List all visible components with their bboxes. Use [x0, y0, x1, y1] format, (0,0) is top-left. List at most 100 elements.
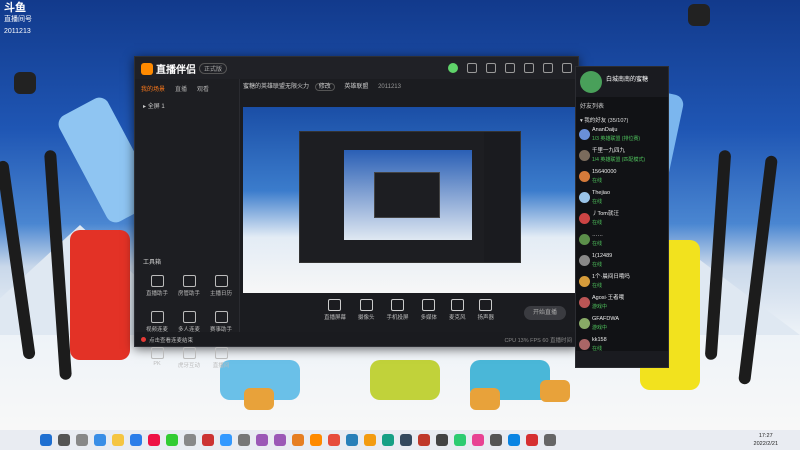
app-icon[interactable]	[364, 434, 376, 446]
friend-avatar	[579, 192, 590, 203]
friend-status: 游戏中	[592, 325, 608, 331]
menu-icon[interactable]	[505, 63, 515, 73]
tool-item[interactable]: 视频连麦	[141, 311, 173, 333]
app-icon[interactable]	[328, 434, 340, 446]
app-icon[interactable]	[436, 434, 448, 446]
control-button[interactable]: 多媒体	[421, 297, 437, 321]
tab-live[interactable]: 直播	[175, 84, 187, 93]
tool-item[interactable]: PK	[141, 347, 173, 369]
friend-item[interactable]: AnanDaiju 1/3 英雄联盟 (排位赛)	[576, 126, 668, 147]
tab-scenes[interactable]: 我的场景	[141, 84, 165, 93]
ski-boot	[540, 380, 570, 402]
friend-item[interactable]: …… 在线	[576, 231, 668, 252]
friend-item[interactable]: 15640000 在线	[576, 168, 668, 189]
friend-status: 在线	[592, 178, 603, 184]
app-icon[interactable]	[148, 434, 160, 446]
app-icon[interactable]	[202, 434, 214, 446]
tool-label: PK	[153, 361, 161, 367]
app-icon[interactable]	[400, 434, 412, 446]
tool-item[interactable]: 直播助手	[141, 275, 173, 297]
friend-name: ……	[592, 232, 603, 238]
scene-item[interactable]: ▸ 全屏 1	[135, 98, 239, 113]
search-icon[interactable]	[58, 434, 70, 446]
app-icon[interactable]	[346, 434, 358, 446]
friend-item[interactable]: GFAFDWA 游戏中	[576, 315, 668, 336]
widgets-icon[interactable]	[94, 434, 106, 446]
friend-item[interactable]: 丿Tom就汪 在线	[576, 210, 668, 231]
friend-status: 在线	[592, 199, 603, 205]
tool-item[interactable]: 直播间	[205, 347, 237, 369]
category-label[interactable]: 英雄联盟	[344, 84, 368, 90]
app-icon[interactable]	[238, 434, 250, 446]
premiere-icon[interactable]	[274, 434, 286, 446]
control-button[interactable]: 摄像头	[357, 297, 375, 321]
app-icon[interactable]	[508, 434, 520, 446]
task-view-icon[interactable]	[76, 434, 88, 446]
skier-pants	[70, 230, 130, 360]
control-button[interactable]: 麦克风	[449, 297, 466, 321]
edge-icon[interactable]	[130, 434, 142, 446]
app-icon[interactable]	[382, 434, 394, 446]
system-clock[interactable]: 17:27 2022/2/21	[754, 432, 778, 448]
avatar[interactable]	[580, 71, 602, 93]
control-button[interactable]: 直播屏幕	[324, 297, 346, 321]
app-icon[interactable]	[292, 434, 304, 446]
control-label: 麦克风	[449, 315, 466, 321]
chat-toolbar	[576, 351, 668, 367]
friend-name: 千里一九四九	[592, 148, 626, 154]
tool-item[interactable]: 房管助手	[173, 275, 205, 297]
friend-group[interactable]: ▾ 我的好友 (35/107)	[576, 114, 668, 126]
app-icon[interactable]	[472, 434, 484, 446]
app-icon[interactable]	[220, 434, 232, 446]
friend-item[interactable]: 千里一九四九 1/4 英雄联盟 (匹配模式)	[576, 147, 668, 168]
friend-item[interactable]: Thejiao 在线	[576, 189, 668, 210]
maximize-icon[interactable]	[543, 63, 553, 73]
copilot-icon	[150, 275, 164, 287]
friend-name: 1(12489	[592, 253, 613, 259]
edit-title-button[interactable]: 修改	[314, 83, 335, 91]
schedule-icon	[214, 275, 228, 287]
phone-icon	[390, 299, 404, 311]
status-warning[interactable]: 点击查看连麦结束	[141, 336, 193, 344]
folder-icon[interactable]	[112, 434, 124, 446]
control-label: 摄像头	[357, 315, 375, 321]
start-icon[interactable]	[40, 434, 52, 446]
control-button[interactable]: 扬声器	[477, 297, 495, 321]
app-icon[interactable]	[418, 434, 430, 446]
tool-item[interactable]: 多人连麦	[173, 311, 205, 333]
friend-name: Agosi·王者哦	[592, 295, 625, 301]
tool-item[interactable]: 赛事助手	[205, 311, 237, 333]
control-label: 扬声器	[477, 315, 495, 321]
friend-item[interactable]: Agosi·王者哦 游戏中	[576, 294, 668, 315]
live-companion-icon[interactable]	[310, 434, 322, 446]
status-stats: CPU 13% FPS 60 直播时间	[504, 338, 572, 344]
premiere-icon[interactable]	[256, 434, 268, 446]
settings-icon[interactable]	[467, 63, 477, 73]
app-icon[interactable]	[526, 434, 538, 446]
friend-list-tab[interactable]: 好友列表	[576, 97, 668, 114]
skin-icon[interactable]	[486, 63, 496, 73]
app-icon[interactable]	[454, 434, 466, 446]
friend-status: 在线	[592, 283, 603, 289]
minimize-icon[interactable]	[524, 63, 534, 73]
wechat-icon[interactable]	[166, 434, 178, 446]
app-icon[interactable]	[490, 434, 502, 446]
tool-label: 直播间	[212, 363, 230, 369]
tool-item[interactable]: 虎牙互动	[173, 347, 205, 369]
ski-boot	[470, 388, 500, 410]
room-number: 2011213	[4, 28, 31, 35]
friend-item[interactable]: 1个·晨间日哦吗 在线	[576, 273, 668, 294]
friend-avatar	[579, 339, 590, 350]
start-stream-button[interactable]: 开始直播	[524, 306, 566, 320]
control-button[interactable]: 手机投屏	[386, 297, 409, 321]
app-icon[interactable]	[544, 434, 556, 446]
friend-avatar	[579, 297, 590, 308]
friend-item[interactable]: 1(12489 在线	[576, 252, 668, 273]
tool-item[interactable]: 主播日历	[205, 275, 237, 297]
app-icon[interactable]	[184, 434, 196, 446]
close-icon[interactable]	[562, 63, 572, 73]
more-icon	[214, 347, 228, 359]
brand-text: 斗鱼	[4, 2, 26, 14]
tab-watch[interactable]: 观看	[197, 84, 209, 93]
live-preview[interactable]	[243, 107, 575, 293]
